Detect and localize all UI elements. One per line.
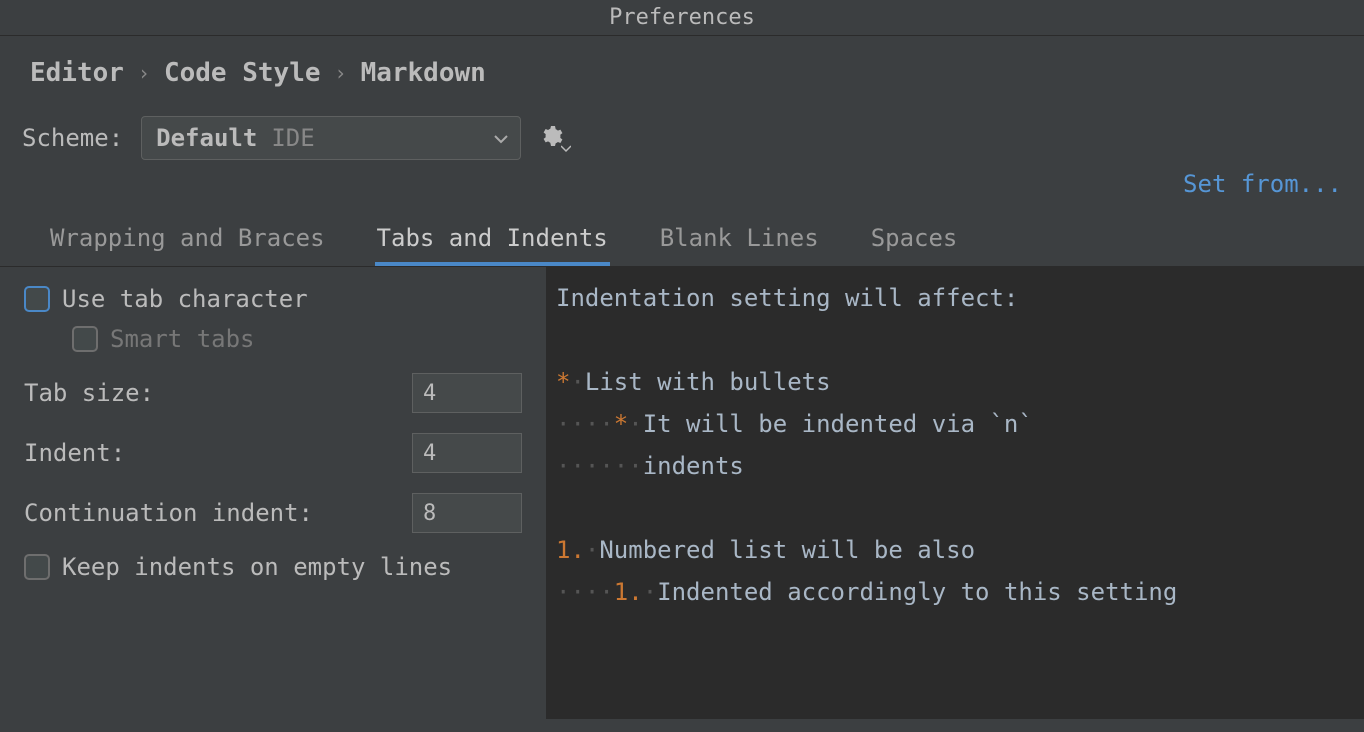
use-tab-character-checkbox[interactable] <box>24 286 50 312</box>
preview-line <box>556 319 1356 361</box>
keep-indents-row: Keep indents on empty lines <box>24 553 522 581</box>
breadcrumb-item-code-style[interactable]: Code Style <box>164 58 321 88</box>
preview-line: ····1.·Indented accordingly to this sett… <box>556 571 1356 613</box>
preview-panel: Indentation setting will affect: *·List … <box>548 267 1364 719</box>
tab-blank-lines[interactable]: Blank Lines <box>658 216 821 266</box>
keep-indents-label: Keep indents on empty lines <box>62 553 452 581</box>
indent-row: Indent: <box>24 433 522 473</box>
indent-label: Indent: <box>24 439 125 467</box>
continuation-indent-input[interactable] <box>412 493 522 533</box>
settings-panel: Use tab character Smart tabs Tab size: I… <box>0 267 548 719</box>
preview-line: ······indents <box>556 445 1356 487</box>
smart-tabs-label: Smart tabs <box>110 325 255 353</box>
tab-size-label: Tab size: <box>24 379 154 407</box>
tab-tabs-and-indents[interactable]: Tabs and Indents <box>375 216 610 266</box>
window-title: Preferences <box>609 5 755 30</box>
preview-line <box>556 487 1356 529</box>
chevron-down-small-icon <box>561 142 571 156</box>
smart-tabs-checkbox <box>72 326 98 352</box>
scheme-selected-name: Default <box>156 124 257 152</box>
preview-line: 1.·Numbered list will be also <box>556 529 1356 571</box>
gear-icon <box>539 124 563 152</box>
smart-tabs-row: Smart tabs <box>24 325 522 353</box>
set-from-link[interactable]: Set from... <box>1183 170 1342 198</box>
breadcrumb-item-editor[interactable]: Editor <box>30 58 124 88</box>
preview-line: ····*·It will be indented via `n` <box>556 403 1356 445</box>
main-split: Use tab character Smart tabs Tab size: I… <box>0 267 1364 719</box>
continuation-indent-row: Continuation indent: <box>24 493 522 533</box>
tab-size-row: Tab size: <box>24 373 522 413</box>
breadcrumb-item-markdown[interactable]: Markdown <box>361 58 486 88</box>
tabs-row: Wrapping and Braces Tabs and Indents Bla… <box>0 206 1364 267</box>
chevron-right-icon: › <box>335 61 347 85</box>
keep-indents-checkbox[interactable] <box>24 554 50 580</box>
breadcrumb: Editor › Code Style › Markdown <box>0 36 1364 98</box>
scheme-label: Scheme: <box>22 124 123 152</box>
scheme-settings-button[interactable] <box>539 124 563 152</box>
continuation-indent-label: Continuation indent: <box>24 499 313 527</box>
tab-wrapping-and-braces[interactable]: Wrapping and Braces <box>48 216 327 266</box>
scheme-row: Scheme: Default IDE <box>0 98 1364 170</box>
use-tab-character-row: Use tab character <box>24 285 522 313</box>
chevron-down-icon <box>494 129 508 148</box>
indent-input[interactable] <box>412 433 522 473</box>
set-from-row: Set from... <box>0 170 1364 206</box>
scheme-selected-tag: IDE <box>271 124 314 152</box>
preview-line: Indentation setting will affect: <box>556 277 1356 319</box>
content-area: Editor › Code Style › Markdown Scheme: D… <box>0 36 1364 719</box>
preview-line: *·List with bullets <box>556 361 1356 403</box>
use-tab-character-label: Use tab character <box>62 285 308 313</box>
scheme-select[interactable]: Default IDE <box>141 116 521 160</box>
tab-spaces[interactable]: Spaces <box>869 216 960 266</box>
chevron-right-icon: › <box>138 61 150 85</box>
window-title-bar: Preferences <box>0 0 1364 36</box>
tab-size-input[interactable] <box>412 373 522 413</box>
